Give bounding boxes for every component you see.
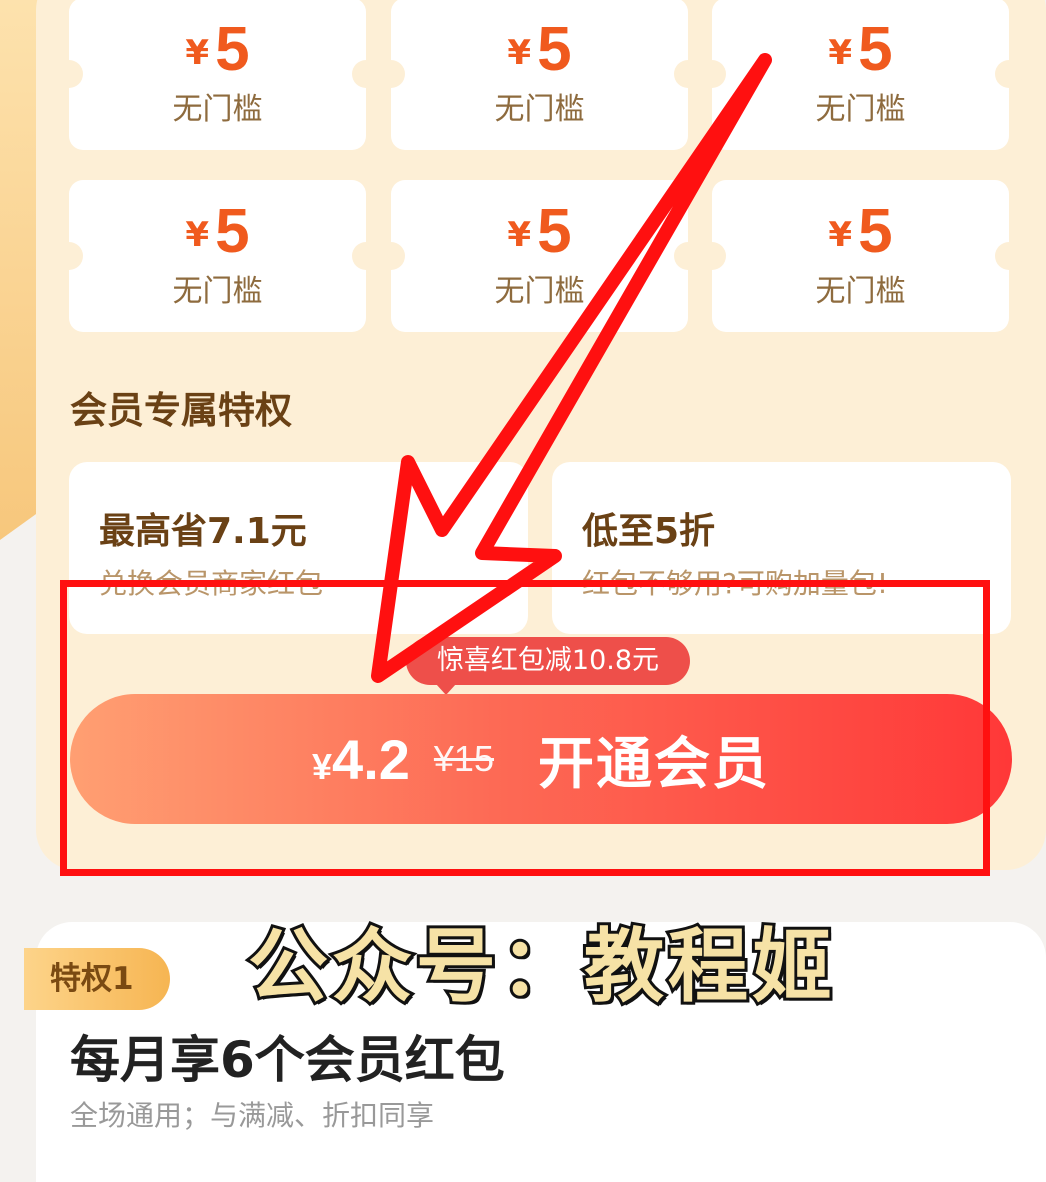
watermark-text: 公众号：教程姬: [245, 917, 836, 1016]
privilege-detail-subtitle: 全场通用；与满减、折扣同享: [70, 1099, 435, 1132]
privilege-tag: 特权1: [24, 948, 170, 1010]
privilege-detail-title: 每月享6个会员红包: [70, 1031, 505, 1089]
